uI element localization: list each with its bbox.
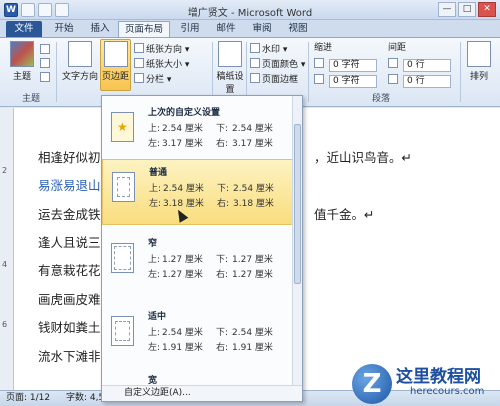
page-border-icon bbox=[250, 73, 260, 83]
tab-mailings[interactable]: 邮件 bbox=[210, 21, 242, 37]
minimize-button[interactable]: — bbox=[438, 2, 456, 17]
document-line: 运去金成铁 bbox=[38, 207, 101, 222]
group-label-paragraph: 段落 bbox=[372, 94, 391, 104]
page-margin-icon bbox=[111, 316, 134, 346]
site-url: herecours.com bbox=[410, 386, 485, 397]
tab-view[interactable]: 视图 bbox=[282, 21, 314, 37]
title-bar: W 增广贤文 - Microsoft Word — □ ✕ bbox=[0, 0, 500, 20]
document-line: 流水下滩非 bbox=[38, 349, 101, 364]
paper-size-icon bbox=[134, 58, 144, 68]
columns-button[interactable]: 分栏 ▾ bbox=[134, 73, 171, 86]
spacing-after-input[interactable]: 0 行 bbox=[403, 75, 451, 88]
spacing-label: 间距 bbox=[388, 43, 407, 53]
ribbon-tabs: 文件 开始 插入 页面布局 引用 邮件 审阅 视图 bbox=[0, 20, 500, 37]
margin-option-moderate[interactable]: 适中 上: 2.54 厘米 下: 2.54 厘米 左: 1.91 厘米 右: 1.91 厘米 bbox=[102, 304, 293, 370]
margin-option-normal[interactable]: 普通 上: 2.54 厘米 下: 2.54 厘米 左: 3.18 厘米 右: 3.18 厘米 bbox=[102, 159, 293, 225]
margin-option-narrow[interactable]: 窄 上: 1.27 厘米 下: 1.27 厘米 左: 1.27 厘米 右: 1.27 厘米 bbox=[102, 231, 293, 297]
theme-effects-icon[interactable] bbox=[40, 72, 52, 85]
text-direction-button[interactable]: 文字方向 bbox=[60, 41, 100, 82]
manuscript-icon bbox=[218, 41, 242, 67]
divider bbox=[308, 42, 309, 102]
site-logo-icon: Z bbox=[352, 364, 392, 404]
document-line: 钱财如粪土 bbox=[38, 320, 101, 335]
size-button[interactable]: 纸张大小 ▾ bbox=[134, 58, 189, 71]
site-watermark: Z 这里教程网 herecours.com bbox=[350, 358, 500, 406]
page-border-button[interactable]: 页面边框 bbox=[250, 73, 298, 86]
theme-fonts-icon[interactable] bbox=[40, 58, 52, 71]
spacing-after-row: 0 行 bbox=[388, 74, 451, 88]
window-title: 增广贤文 - Microsoft Word bbox=[187, 8, 313, 19]
custom-margins-link[interactable]: 自定义边距(A)... bbox=[102, 385, 302, 401]
indent-right-row: 0 字符 bbox=[314, 74, 377, 88]
spacing-after-icon bbox=[388, 74, 398, 84]
tab-home[interactable]: 开始 bbox=[48, 21, 80, 37]
document-line: 易涨易退山 bbox=[38, 178, 101, 193]
scrollbar-thumb[interactable] bbox=[294, 124, 301, 284]
document-line: 逢人且说三 bbox=[38, 235, 101, 250]
indent-left-input[interactable]: 0 字符 bbox=[329, 59, 377, 72]
indent-label: 缩进 bbox=[314, 43, 333, 53]
indent-right-input[interactable]: 0 字符 bbox=[329, 75, 377, 88]
tab-insert[interactable]: 插入 bbox=[84, 21, 116, 37]
tab-file[interactable]: 文件 bbox=[6, 21, 42, 37]
page-count[interactable]: 页面: 1/12 bbox=[6, 391, 50, 406]
document-line: 相逢好似初 bbox=[38, 150, 101, 165]
margins-button-face[interactable]: 页边距 bbox=[100, 41, 131, 82]
margins-icon bbox=[103, 41, 128, 67]
margin-option-last-custom[interactable]: 上次的自定义设置 ★ 上: 2.54 厘米 下: 2.54 厘米 左: 3.17 厘米右… bbox=[102, 100, 293, 166]
document-line-fragment: 值千金。↵ bbox=[314, 207, 375, 222]
spacing-before-icon bbox=[388, 58, 398, 68]
orientation-button[interactable]: 纸张方向 ▾ bbox=[134, 43, 189, 56]
divider bbox=[246, 42, 247, 102]
site-name: 这里教程网 bbox=[396, 367, 481, 387]
close-button[interactable]: ✕ bbox=[478, 2, 496, 17]
dropdown-scrollbar[interactable] bbox=[292, 96, 302, 386]
page-margin-icon bbox=[112, 172, 135, 202]
document-line: 画虎画皮难 bbox=[38, 292, 101, 307]
spacing-before-row: 0 行 bbox=[388, 58, 451, 72]
document-line-fragment: ，近山识鸟音。↵ bbox=[314, 150, 412, 165]
theme-colors-icon[interactable] bbox=[40, 44, 52, 57]
maximize-button[interactable]: □ bbox=[458, 2, 476, 17]
tab-review[interactable]: 审阅 bbox=[246, 21, 278, 37]
watermark-button[interactable]: 水印 ▾ bbox=[250, 43, 287, 56]
divider bbox=[212, 42, 213, 102]
columns-icon bbox=[134, 73, 144, 83]
orientation-icon bbox=[134, 43, 144, 53]
manuscript-button[interactable]: 稿纸设置 bbox=[216, 41, 244, 95]
page-color-icon bbox=[250, 58, 260, 68]
watermark-icon bbox=[250, 43, 260, 53]
arrange-button[interactable]: 排列 bbox=[464, 41, 494, 82]
arrange-icon bbox=[467, 41, 491, 67]
indent-left-row: 0 字符 bbox=[314, 58, 377, 72]
indent-right-icon bbox=[314, 74, 324, 84]
page-margin-icon bbox=[111, 243, 134, 273]
group-label-theme: 主题 bbox=[22, 94, 41, 104]
document-line: 有意栽花花 bbox=[38, 263, 101, 278]
spacing-before-input[interactable]: 0 行 bbox=[403, 59, 451, 72]
indent-left-icon bbox=[314, 58, 324, 68]
star-page-icon: ★ bbox=[111, 112, 134, 142]
vertical-ruler: 2 4 6 bbox=[0, 108, 14, 390]
themes-button[interactable]: 主题 bbox=[8, 41, 36, 82]
tab-page-layout[interactable]: 页面布局 bbox=[118, 21, 170, 37]
divider bbox=[460, 42, 461, 102]
divider bbox=[56, 42, 57, 102]
margins-dropdown: 上次的自定义设置 ★ 上: 2.54 厘米 下: 2.54 厘米 左: 3.17 厘米右… bbox=[101, 95, 303, 402]
themes-icon bbox=[10, 41, 34, 67]
text-direction-icon bbox=[68, 41, 92, 67]
tab-references[interactable]: 引用 bbox=[174, 21, 206, 37]
page-color-button[interactable]: 页面颜色 ▾ bbox=[250, 58, 305, 71]
